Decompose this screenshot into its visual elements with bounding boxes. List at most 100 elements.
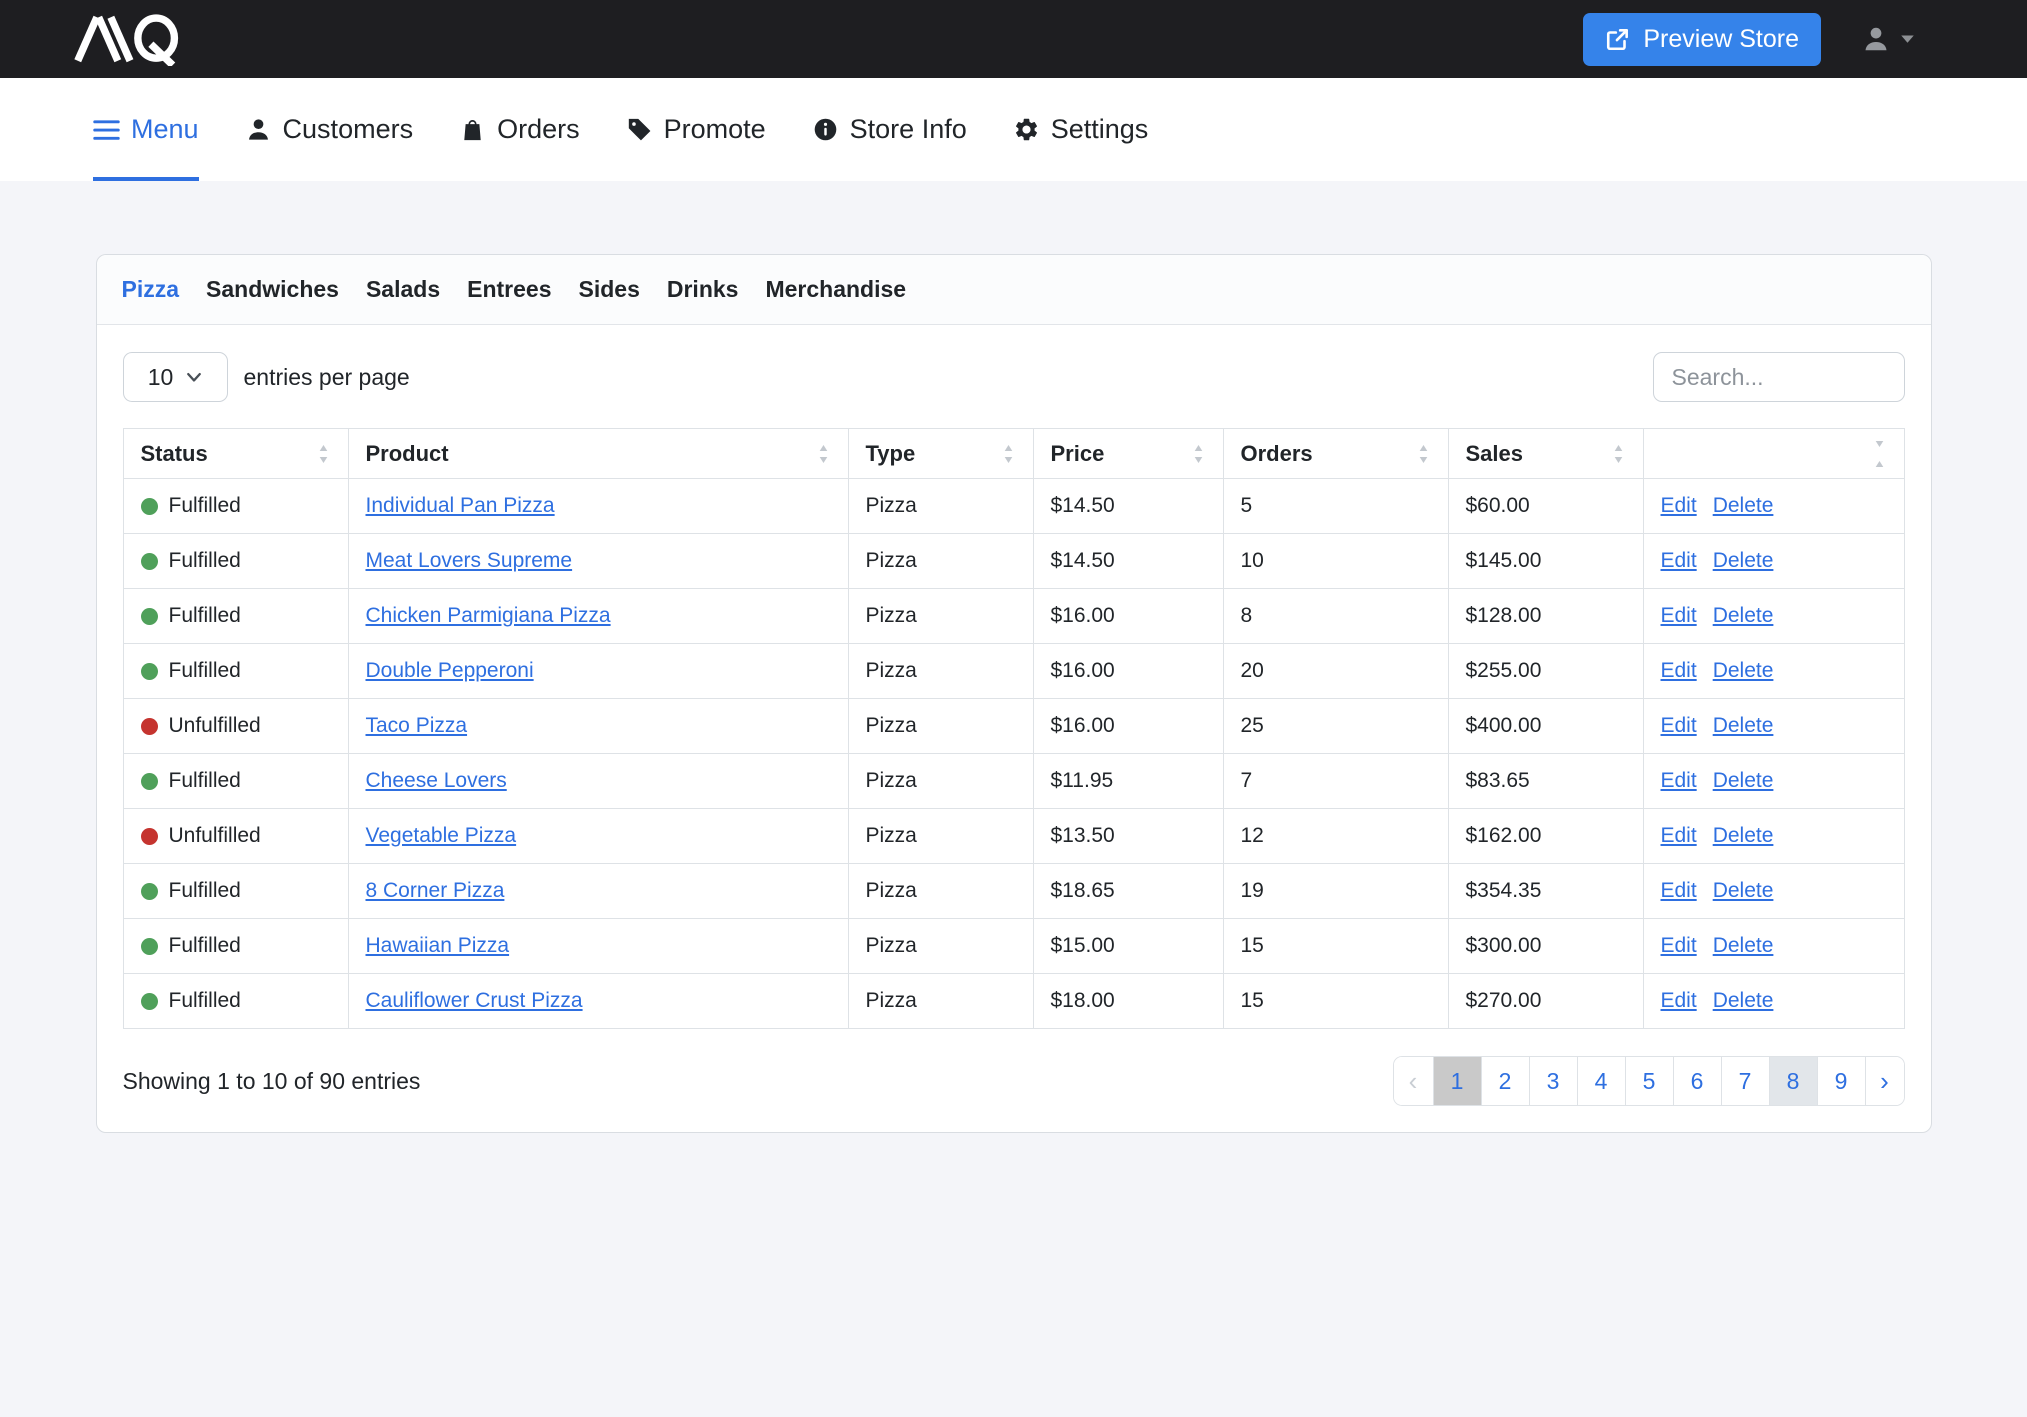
column-header-status[interactable]: Status — [123, 429, 348, 479]
edit-link[interactable]: Edit — [1661, 824, 1697, 848]
tab-sandwiches[interactable]: Sandwiches — [206, 276, 339, 303]
nav-item-customers[interactable]: Customers — [245, 78, 414, 181]
delete-link[interactable]: Delete — [1713, 989, 1774, 1013]
actions-cell: Edit Delete — [1643, 534, 1904, 589]
status-label: Fulfilled — [169, 989, 241, 1013]
tab-entrees[interactable]: Entrees — [467, 276, 551, 303]
pagination-page-3[interactable]: 3 — [1529, 1057, 1577, 1105]
delete-link[interactable]: Delete — [1713, 879, 1774, 903]
column-label: Orders — [1241, 441, 1313, 467]
tab-drinks[interactable]: Drinks — [667, 276, 739, 303]
type-cell: Pizza — [848, 974, 1033, 1029]
delete-link[interactable]: Delete — [1713, 604, 1774, 628]
pagination-page-2[interactable]: 2 — [1481, 1057, 1529, 1105]
actions-cell: Edit Delete — [1643, 864, 1904, 919]
nav-item-menu[interactable]: Menu — [93, 78, 199, 181]
product-link[interactable]: Cheese Lovers — [366, 769, 507, 792]
edit-link[interactable]: Edit — [1661, 769, 1697, 793]
delete-link[interactable]: Delete — [1713, 659, 1774, 683]
pagination-page-8[interactable]: 8 — [1769, 1057, 1817, 1105]
nav-item-label: Menu — [131, 114, 199, 145]
edit-link[interactable]: Edit — [1661, 494, 1697, 518]
delete-link[interactable]: Delete — [1713, 769, 1774, 793]
pagination-next-button[interactable]: › — [1865, 1057, 1904, 1105]
orders-cell: 5 — [1223, 479, 1448, 534]
sales-cell: $60.00 — [1448, 479, 1643, 534]
edit-link[interactable]: Edit — [1661, 879, 1697, 903]
product-link[interactable]: Hawaiian Pizza — [366, 934, 510, 957]
product-cell: Vegetable Pizza — [348, 809, 848, 864]
column-header-inner: Price — [1051, 441, 1206, 467]
search-input[interactable] — [1653, 352, 1905, 402]
orders-cell: 15 — [1223, 974, 1448, 1029]
nav-item-orders[interactable]: Orders — [459, 78, 580, 181]
pagination-page-5[interactable]: 5 — [1625, 1057, 1673, 1105]
product-link[interactable]: 8 Corner Pizza — [366, 879, 505, 902]
delete-link[interactable]: Delete — [1713, 934, 1774, 958]
edit-link[interactable]: Edit — [1661, 604, 1697, 628]
column-header-orders[interactable]: Orders — [1223, 429, 1448, 479]
status-cell: Fulfilled — [123, 589, 348, 644]
edit-link[interactable]: Edit — [1661, 549, 1697, 573]
sales-cell: $83.65 — [1448, 754, 1643, 809]
product-link[interactable]: Chicken Parmigiana Pizza — [366, 604, 611, 627]
price-cell: $18.65 — [1033, 864, 1223, 919]
pagination-page-7[interactable]: 7 — [1721, 1057, 1769, 1105]
column-header-sales[interactable]: Sales — [1448, 429, 1643, 479]
column-header-type[interactable]: Type — [848, 429, 1033, 479]
delete-link[interactable]: Delete — [1713, 824, 1774, 848]
nav-item-store-info[interactable]: Store Info — [812, 78, 967, 181]
product-link[interactable]: Cauliflower Crust Pizza — [366, 989, 583, 1012]
product-link[interactable]: Taco Pizza — [366, 714, 468, 737]
tab-pizza[interactable]: Pizza — [122, 276, 180, 303]
table-row: FulfilledIndividual Pan PizzaPizza$14.50… — [123, 479, 1904, 534]
external-link-icon — [1605, 26, 1631, 52]
product-link[interactable]: Double Pepperoni — [366, 659, 534, 682]
column-header-actions[interactable] — [1643, 429, 1904, 479]
product-cell: Meat Lovers Supreme — [348, 534, 848, 589]
status-label: Fulfilled — [169, 659, 241, 683]
preview-store-label: Preview Store — [1643, 25, 1799, 54]
info-icon — [812, 116, 839, 143]
pagination-prev-button[interactable]: ‹ — [1394, 1057, 1433, 1105]
preview-store-button[interactable]: Preview Store — [1583, 13, 1821, 66]
delete-link[interactable]: Delete — [1713, 549, 1774, 573]
tab-sides[interactable]: Sides — [579, 276, 640, 303]
pagination-page-9[interactable]: 9 — [1817, 1057, 1865, 1105]
tab-salads[interactable]: Salads — [366, 276, 440, 303]
status-label: Fulfilled — [169, 934, 241, 958]
product-link[interactable]: Meat Lovers Supreme — [366, 549, 573, 572]
column-header-inner: Type — [866, 441, 1016, 467]
sort-icon — [816, 442, 831, 466]
row-actions: Edit Delete — [1661, 494, 1887, 518]
pagination: ‹123456789› — [1393, 1056, 1905, 1106]
product-cell: Taco Pizza — [348, 699, 848, 754]
user-account-menu[interactable] — [1861, 24, 1915, 54]
column-header-inner: Product — [366, 441, 831, 467]
delete-link[interactable]: Delete — [1713, 494, 1774, 518]
entries-per-page-select[interactable]: 10 — [123, 352, 228, 402]
edit-link[interactable]: Edit — [1661, 989, 1697, 1013]
product-cell: Chicken Parmigiana Pizza — [348, 589, 848, 644]
delete-link[interactable]: Delete — [1713, 714, 1774, 738]
pagination-page-1[interactable]: 1 — [1433, 1057, 1481, 1105]
tab-merchandise[interactable]: Merchandise — [765, 276, 906, 303]
status: Fulfilled — [141, 659, 331, 683]
column-header-price[interactable]: Price — [1033, 429, 1223, 479]
column-header-product[interactable]: Product — [348, 429, 848, 479]
nav-item-settings[interactable]: Settings — [1013, 78, 1149, 181]
type-cell: Pizza — [848, 754, 1033, 809]
pagination-page-4[interactable]: 4 — [1577, 1057, 1625, 1105]
status-label: Unfulfilled — [169, 824, 261, 848]
product-link[interactable]: Vegetable Pizza — [366, 824, 517, 847]
edit-link[interactable]: Edit — [1661, 659, 1697, 683]
product-link[interactable]: Individual Pan Pizza — [366, 494, 555, 517]
price-cell: $11.95 — [1033, 754, 1223, 809]
pagination-page-6[interactable]: 6 — [1673, 1057, 1721, 1105]
type-cell: Pizza — [848, 699, 1033, 754]
edit-link[interactable]: Edit — [1661, 934, 1697, 958]
edit-link[interactable]: Edit — [1661, 714, 1697, 738]
nav-item-promote[interactable]: Promote — [626, 78, 766, 181]
sales-cell: $162.00 — [1448, 809, 1643, 864]
status-dot-fulfilled-icon — [141, 773, 158, 790]
